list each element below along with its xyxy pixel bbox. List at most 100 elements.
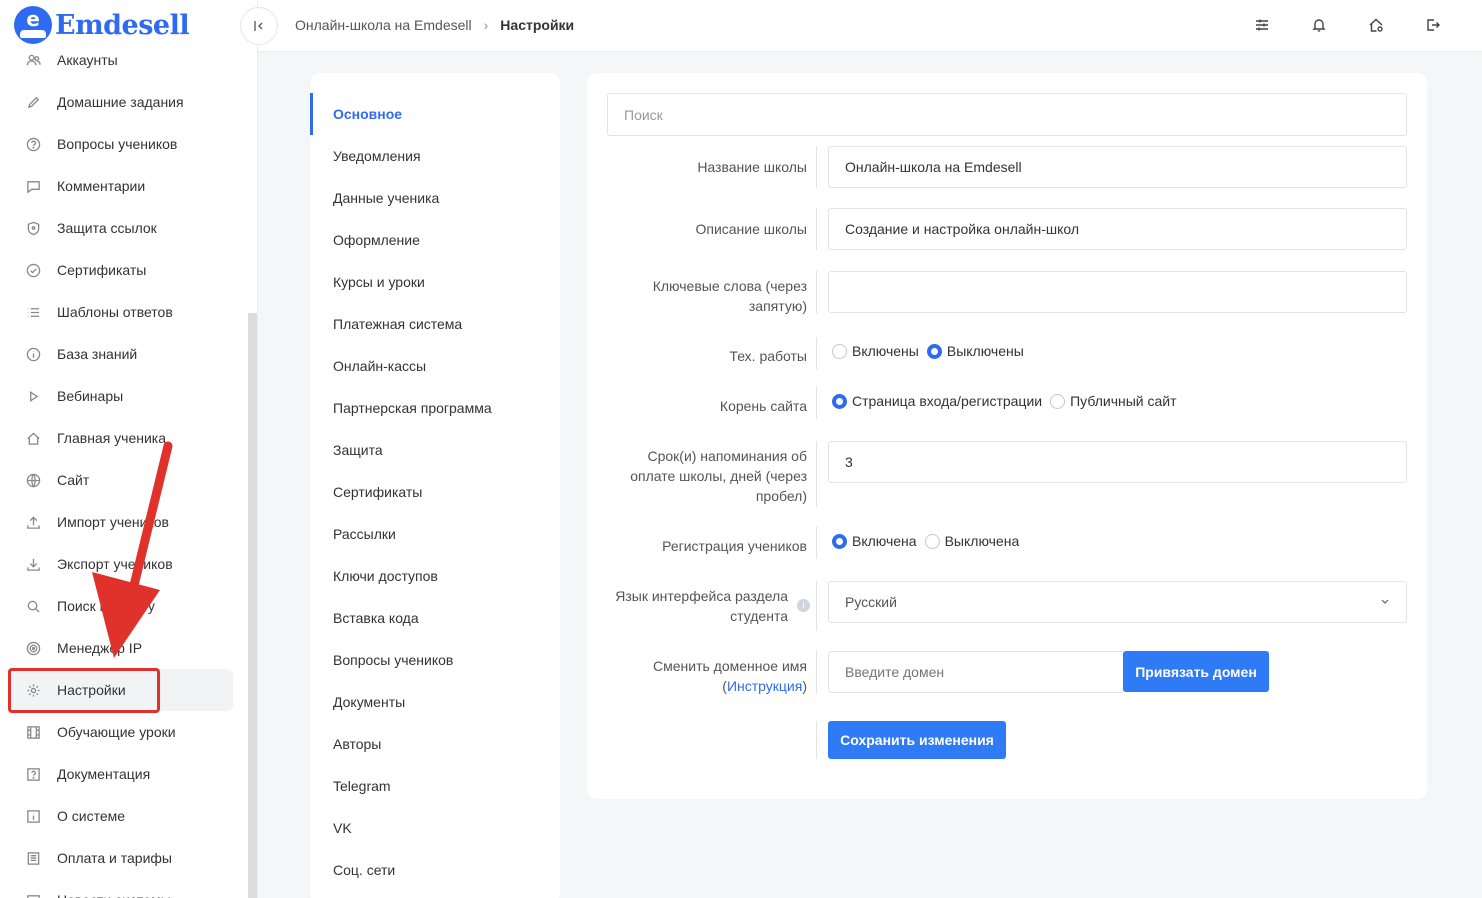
play-icon (24, 387, 42, 405)
instruction-link[interactable]: Инструкция (727, 678, 802, 694)
sidebar-item-label: Менеджер IP (57, 640, 143, 656)
sidebar-item[interactable]: Поиск по почту (10, 585, 233, 627)
radio-button[interactable] (832, 343, 847, 359)
sliders-icon[interactable] (1252, 15, 1272, 35)
save-button[interactable]: Сохранить изменения (828, 721, 1006, 759)
settings-menu-item[interactable]: Документы (310, 681, 560, 723)
sidebar-item-label: Комментарии (57, 178, 146, 194)
sidebar-item[interactable]: Вопросы учеников (10, 123, 233, 165)
sidebar-item[interactable]: Домашние задания (10, 81, 233, 123)
settings-menu-item[interactable]: Авторы (310, 723, 560, 765)
settings-menu-item[interactable]: Курсы и уроки (310, 261, 560, 303)
settings-menu-item[interactable]: Основное (310, 93, 560, 135)
maintenance-option-off[interactable]: Выключены (926, 343, 1024, 359)
divider (816, 651, 817, 693)
gear-icon (24, 681, 42, 699)
info-box-icon (24, 807, 42, 825)
site-root-option-login[interactable]: Страница входа/регистрации (832, 393, 1042, 409)
divider (816, 721, 817, 759)
sidebar-item-label: О системе (57, 808, 126, 824)
check-circle-icon (24, 261, 42, 279)
divider (816, 581, 817, 631)
settings-menu-item[interactable]: Рассылки (310, 513, 560, 555)
sidebar-item[interactable]: Настройки (10, 669, 233, 711)
sidebar-item[interactable]: Обучающие уроки (10, 711, 233, 753)
sidebar-item[interactable]: Главная ученика (10, 417, 233, 459)
settings-menu-item[interactable]: Защита (310, 429, 560, 471)
registration-option-on[interactable]: Включена (832, 533, 917, 549)
divider (816, 337, 817, 369)
logout-icon[interactable] (1423, 15, 1443, 35)
settings-menu-item[interactable]: Вопросы учеников (310, 639, 560, 681)
site-root-radio-group: Страница входа/регистрации Публичный сай… (832, 393, 1185, 409)
settings-menu-item[interactable]: Партнерская программа (310, 387, 560, 429)
settings-menu-item[interactable]: Сертификаты (310, 471, 560, 513)
sidebar-item[interactable]: База знаний (10, 333, 233, 375)
maintenance-option-on[interactable]: Включены (832, 343, 919, 359)
settings-menu-item[interactable]: Уведомления (310, 135, 560, 177)
sidebar-scrollbar[interactable] (248, 313, 257, 898)
domain-input[interactable] (828, 651, 1124, 693)
users-icon (24, 51, 42, 69)
sidebar-item-label: Шаблоны ответов (57, 304, 173, 320)
sidebar-item[interactable]: О системе (10, 795, 233, 837)
breadcrumb-current: Настройки (500, 17, 575, 33)
divider (816, 441, 817, 507)
radio-button-selected[interactable] (832, 533, 847, 549)
home-settings-icon[interactable] (1366, 15, 1386, 35)
sidebar-item[interactable]: Комментарии (10, 165, 233, 207)
settings-menu-item[interactable]: Ключи доступов (310, 555, 560, 597)
sidebar-item[interactable]: Шаблоны ответов (10, 291, 233, 333)
collapse-icon[interactable] (240, 7, 278, 45)
settings-menu-item[interactable]: Оформление (310, 219, 560, 261)
keywords-field[interactable] (828, 271, 1407, 313)
bind-domain-button[interactable]: Привязать домен (1123, 651, 1269, 692)
sidebar-nav: Аккаунты Домашние задания Вопросы учеников… (10, 39, 233, 898)
sidebar-item[interactable]: Импорт учеников (10, 501, 233, 543)
sidebar-item[interactable]: Менеджер IP (10, 627, 233, 669)
radio-button-selected[interactable] (926, 343, 942, 359)
settings-menu-item[interactable]: VK (310, 807, 560, 849)
breadcrumb-school[interactable]: Онлайн-школа на Emdesell (295, 17, 472, 33)
breadcrumb-separator: › (483, 17, 489, 33)
sidebar-item[interactable]: Вебинары (10, 375, 233, 417)
sidebar-item-label: Вопросы учеников (57, 136, 178, 152)
settings-menu-item[interactable]: Соц. сети (310, 849, 560, 891)
school-description-field[interactable]: Создание и настройка онлайн-школ (828, 208, 1407, 250)
sidebar-item[interactable]: Сертификаты (10, 249, 233, 291)
bell-icon[interactable] (1309, 15, 1329, 35)
settings-form: Название школы Онлайн-школа на Emdesell … (587, 73, 1427, 799)
sidebar-item-label: Главная ученика (57, 430, 167, 446)
payment-reminder-field[interactable]: 3 (828, 441, 1407, 483)
radio-button-selected[interactable] (832, 393, 847, 409)
school-name-field[interactable]: Онлайн-школа на Emdesell (828, 146, 1407, 188)
comment-icon (24, 177, 42, 195)
radio-button[interactable] (1050, 393, 1066, 409)
registration-option-off[interactable]: Выключена (924, 533, 1019, 549)
sidebar-item[interactable]: Документация (10, 753, 233, 795)
settings-menu-item[interactable]: Онлайн-кассы (310, 345, 560, 387)
settings-menu-item[interactable]: Telegram (310, 765, 560, 807)
sidebar-item-label: Сайт (57, 472, 90, 488)
sidebar-item[interactable]: Оплата и тарифы (10, 837, 233, 879)
sidebar-item-label: Оплата и тарифы (57, 850, 172, 866)
sidebar-item-label: Настройки (57, 682, 126, 698)
download-icon (24, 555, 42, 573)
radio-button[interactable] (924, 533, 940, 549)
language-select[interactable]: Русский (828, 581, 1407, 623)
topbar: Онлайн-школа на Emdesell › Настройки (240, 0, 1482, 52)
info-circle-icon (24, 345, 42, 363)
home-icon (24, 429, 42, 447)
sidebar-item[interactable]: Аккаунты (10, 39, 233, 81)
sidebar-item[interactable]: Экспорт учеников (10, 543, 233, 585)
sidebar-item[interactable]: Защита ссылок (10, 207, 233, 249)
settings-menu-item[interactable]: Вставка кода (310, 597, 560, 639)
settings-menu-item[interactable]: Данные ученика (310, 177, 560, 219)
site-root-option-public[interactable]: Публичный сайт (1050, 393, 1177, 409)
info-icon[interactable]: i (797, 599, 810, 612)
settings-menu-item[interactable]: Платежная система (310, 303, 560, 345)
sidebar-item[interactable]: Сайт (10, 459, 233, 501)
sidebar-item[interactable]: Новости системы (10, 879, 233, 898)
settings-search-input[interactable] (607, 93, 1407, 136)
list-icon (24, 303, 42, 321)
